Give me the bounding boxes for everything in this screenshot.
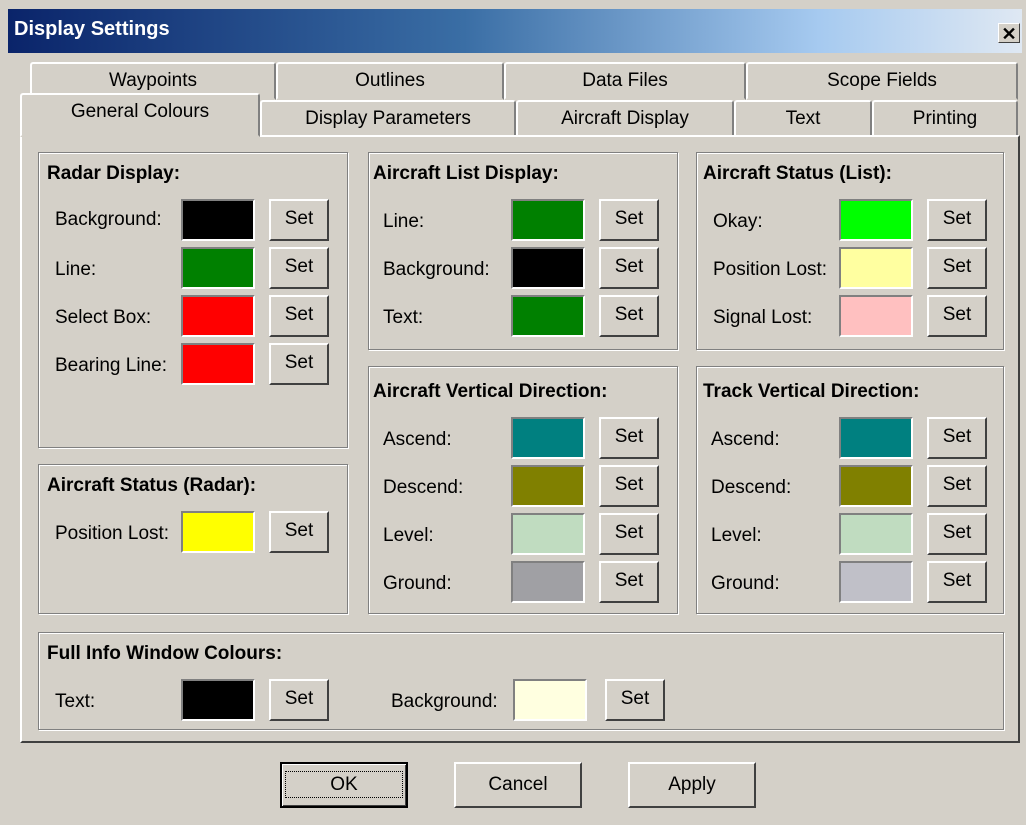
set-button[interactable]: Set xyxy=(269,511,329,553)
set-button[interactable]: Set xyxy=(599,513,659,555)
tab-display-parameters[interactable]: Display Parameters xyxy=(260,100,516,138)
okay-color-swatch xyxy=(839,199,913,241)
set-button[interactable]: Set xyxy=(599,417,659,459)
ok-button-label: OK xyxy=(285,771,403,798)
tab-data-files[interactable]: Data Files xyxy=(504,62,746,100)
select-box-label: Select Box: xyxy=(55,307,152,328)
set-button[interactable]: Set xyxy=(269,343,329,385)
display-settings-dialog: Display Settings ✕ Waypoints Outlines Da… xyxy=(0,0,1026,825)
aircraft-status-list-group: Aircraft Status (List): Okay: Set Positi… xyxy=(696,152,1004,350)
cancel-button[interactable]: Cancel xyxy=(454,762,582,808)
background-color-swatch xyxy=(181,199,255,241)
set-button[interactable]: Set xyxy=(927,465,987,507)
set-button[interactable]: Set xyxy=(927,247,987,289)
background-color-swatch xyxy=(511,247,585,289)
bearing-line-label: Bearing Line: xyxy=(55,355,167,376)
group-title: Radar Display: xyxy=(47,163,181,184)
signal-lost-label: Signal Lost: xyxy=(713,307,813,328)
track-vertical-direction-group: Track Vertical Direction: Ascend: Set De… xyxy=(696,366,1004,614)
descend-label: Descend: xyxy=(711,477,792,498)
aircraft-vertical-direction-group: Aircraft Vertical Direction: Ascend: Set… xyxy=(368,366,678,614)
window-title: Display Settings xyxy=(14,18,170,40)
tab-text[interactable]: Text xyxy=(734,100,872,138)
group-title: Track Vertical Direction: xyxy=(703,381,920,402)
group-title: Aircraft Status (List): xyxy=(703,163,892,184)
background-color-swatch xyxy=(513,679,587,721)
text-label: Text: xyxy=(55,691,96,712)
set-button[interactable]: Set xyxy=(927,199,987,241)
group-title: Aircraft List Display: xyxy=(373,163,559,184)
set-button[interactable]: Set xyxy=(599,199,659,241)
title-bar[interactable]: Display Settings ✕ xyxy=(8,9,1022,53)
set-button[interactable]: Set xyxy=(269,247,329,289)
ground-color-swatch xyxy=(839,561,913,603)
set-button[interactable]: Set xyxy=(927,417,987,459)
level-color-swatch xyxy=(839,513,913,555)
signal-lost-color-swatch xyxy=(839,295,913,337)
ascend-color-swatch xyxy=(839,417,913,459)
tab-aircraft-display[interactable]: Aircraft Display xyxy=(516,100,734,138)
ground-label: Ground: xyxy=(711,573,780,594)
radar-display-group: Radar Display: Background: Set Line: Set… xyxy=(38,152,348,448)
level-label: Level: xyxy=(711,525,762,546)
tab-scope-fields[interactable]: Scope Fields xyxy=(746,62,1018,100)
set-button[interactable]: Set xyxy=(927,513,987,555)
line-color-swatch xyxy=(511,199,585,241)
position-lost-color-swatch xyxy=(181,511,255,553)
set-button[interactable]: Set xyxy=(269,679,329,721)
text-color-swatch xyxy=(181,679,255,721)
ascend-color-swatch xyxy=(511,417,585,459)
close-icon[interactable]: ✕ xyxy=(998,23,1020,44)
level-color-swatch xyxy=(511,513,585,555)
position-lost-label: Position Lost: xyxy=(713,259,828,280)
set-button[interactable]: Set xyxy=(605,679,665,721)
apply-button[interactable]: Apply xyxy=(628,762,756,808)
tab-printing[interactable]: Printing xyxy=(872,100,1018,138)
background-label: Background: xyxy=(391,691,498,712)
set-button[interactable]: Set xyxy=(599,247,659,289)
descend-color-swatch xyxy=(511,465,585,507)
ground-label: Ground: xyxy=(383,573,452,594)
line-label: Line: xyxy=(383,211,425,232)
tab-outlines[interactable]: Outlines xyxy=(276,62,504,100)
group-title: Aircraft Vertical Direction: xyxy=(373,381,608,402)
descend-label: Descend: xyxy=(383,477,464,498)
text-color-swatch xyxy=(511,295,585,337)
line-label: Line: xyxy=(55,259,97,280)
ok-button[interactable]: OK xyxy=(280,762,408,808)
group-title: Full Info Window Colours: xyxy=(47,643,283,664)
aircraft-list-display-group: Aircraft List Display: Line: Set Backgro… xyxy=(368,152,678,350)
descend-color-swatch xyxy=(839,465,913,507)
ascend-label: Ascend: xyxy=(383,429,452,450)
line-color-swatch xyxy=(181,247,255,289)
ground-color-swatch xyxy=(511,561,585,603)
set-button[interactable]: Set xyxy=(927,561,987,603)
tab-general-colours[interactable]: General Colours xyxy=(20,93,260,137)
set-button[interactable]: Set xyxy=(269,199,329,241)
position-lost-label: Position Lost: xyxy=(55,523,170,544)
okay-label: Okay: xyxy=(713,211,763,232)
bearing-line-color-swatch xyxy=(181,343,255,385)
set-button[interactable]: Set xyxy=(927,295,987,337)
background-label: Background: xyxy=(383,259,490,280)
level-label: Level: xyxy=(383,525,434,546)
ascend-label: Ascend: xyxy=(711,429,780,450)
aircraft-status-radar-group: Aircraft Status (Radar): Position Lost: … xyxy=(38,464,348,614)
text-label: Text: xyxy=(383,307,424,328)
set-button[interactable]: Set xyxy=(599,561,659,603)
set-button[interactable]: Set xyxy=(599,465,659,507)
select-box-color-swatch xyxy=(181,295,255,337)
set-button[interactable]: Set xyxy=(599,295,659,337)
group-title: Aircraft Status (Radar): xyxy=(47,475,257,496)
full-info-window-colours-group: Full Info Window Colours: Text: Set Back… xyxy=(38,632,1004,730)
background-label: Background: xyxy=(55,209,162,230)
position-lost-color-swatch xyxy=(839,247,913,289)
set-button[interactable]: Set xyxy=(269,295,329,337)
